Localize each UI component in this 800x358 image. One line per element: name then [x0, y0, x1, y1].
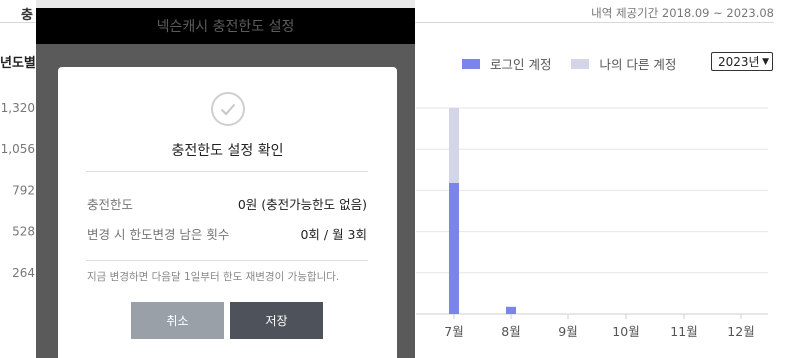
modal-title: 충전한도 설정 확인	[171, 143, 284, 159]
confirm-modal: 충전한도 설정 확인 충전한도 0원 (충전가능한도 없음) 변경 시 한도변경…	[58, 67, 397, 358]
divider	[86, 260, 368, 261]
y-tick-label: 264	[12, 266, 35, 280]
x-tick-label: 7월	[444, 324, 463, 339]
notice-text: 지금 변경하면 다음달 1일부터 한도 재변경이 가능합니다.	[87, 271, 340, 283]
x-tick-label: 11월	[670, 324, 697, 339]
y-tick-label: 528	[12, 225, 35, 239]
info-label: 충전한도	[87, 197, 134, 212]
popup-top-bar	[36, 0, 415, 8]
cancel-button[interactable]: 취소	[131, 302, 224, 339]
x-tick-label: 9월	[558, 324, 577, 339]
x-tick-label: 8월	[501, 324, 520, 339]
popup-header-title: 넥슨캐시 충전한도 설정	[36, 8, 415, 44]
y-tick-label: 792	[12, 183, 35, 197]
bar-login	[449, 182, 459, 314]
y-tick-label: 1,056	[1, 142, 35, 156]
info-row-remaining: 변경 시 한도변경 남은 횟수 0회 / 월 3회	[87, 224, 367, 243]
info-row-limit: 충전한도 0원 (충전가능한도 없음)	[87, 194, 367, 213]
check-circle-icon	[211, 92, 245, 126]
info-value: 0원 (충전가능한도 없음)	[237, 197, 367, 212]
x-tick-label: 12월	[727, 324, 754, 339]
bar-login	[506, 306, 516, 314]
bar-other	[449, 108, 459, 183]
x-tick-label: 10월	[612, 324, 639, 339]
y-tick-label: 1,320	[1, 101, 35, 115]
info-label: 변경 시 한도변경 남은 횟수	[87, 227, 230, 242]
save-button[interactable]: 저장	[230, 302, 323, 339]
divider	[86, 171, 368, 172]
info-value: 0회 / 월 3회	[300, 227, 367, 242]
